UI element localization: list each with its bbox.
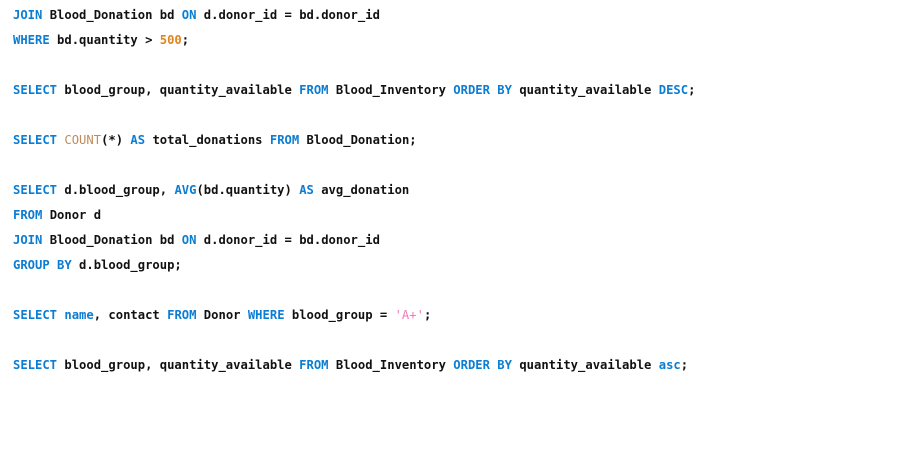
- code-token-kw: WHERE: [247, 308, 285, 322]
- sql-editor[interactable]: JOIN Blood_Donation bd ON d.donor_id = b…: [0, 0, 913, 453]
- code-token-txt: ;: [181, 33, 190, 47]
- code-token-txt: , contact: [93, 308, 168, 322]
- code-token-num: 500: [159, 33, 182, 47]
- code-token-kw: FROM: [299, 358, 329, 372]
- code-token-txt: d.blood_group;: [71, 258, 182, 272]
- code-token-txt: Blood_Donation bd: [42, 233, 182, 247]
- code-line: GROUP BY d.blood_group;: [13, 253, 913, 278]
- code-token-kw: SELECT: [13, 358, 58, 372]
- code-token-kw: AVG: [174, 183, 197, 197]
- code-token-kw: SELECT: [13, 308, 58, 322]
- code-token-kw: ON: [181, 8, 197, 22]
- code-token-txt: Donor: [196, 308, 248, 322]
- code-line: JOIN Blood_Donation bd ON d.donor_id = b…: [13, 228, 913, 253]
- code-token-txt: Blood_Inventory: [328, 358, 454, 372]
- code-token-txt: avg_donation: [313, 183, 410, 197]
- code-token-kw: JOIN: [13, 8, 43, 22]
- code-token-txt: total_donations: [145, 133, 270, 147]
- code-token-kw: SELECT: [13, 183, 58, 197]
- code-token-txt: Blood_Inventory: [328, 83, 454, 97]
- code-token-txt: ;: [423, 308, 432, 322]
- code-token-kw: ORDER BY: [453, 358, 512, 372]
- code-token-kw: asc: [658, 358, 681, 372]
- code-line: SELECT d.blood_group, AVG(bd.quantity) A…: [13, 178, 913, 203]
- code-token-txt: ;: [680, 358, 689, 372]
- code-token-kw: AS: [299, 183, 314, 197]
- code-token-kw: SELECT: [13, 83, 58, 97]
- code-line: SELECT blood_group, quantity_available F…: [13, 353, 913, 378]
- code-token-kw: FROM: [269, 133, 300, 147]
- code-line: JOIN Blood_Donation bd ON d.donor_id = b…: [13, 3, 913, 28]
- code-token-kwn: name: [64, 308, 94, 322]
- code-token-kw: FROM: [299, 83, 329, 97]
- code-line: FROM Donor d: [13, 203, 913, 228]
- code-token-kw: AS: [130, 133, 146, 147]
- code-token-fn: COUNT: [64, 133, 102, 147]
- code-line: SELECT blood_group, quantity_available F…: [13, 78, 913, 103]
- code-token-kw: ORDER BY: [453, 83, 512, 97]
- code-token-txt: Blood_Donation;: [299, 133, 417, 147]
- code-token-txt: ;: [688, 83, 696, 97]
- code-token-txt: blood_group, quantity_available: [57, 83, 300, 97]
- code-token-kw: SELECT: [13, 133, 58, 147]
- code-line: SELECT name, contact FROM Donor WHERE bl…: [13, 303, 913, 328]
- code-token-kw: FROM: [13, 208, 43, 222]
- code-token-kw: ON: [181, 233, 197, 247]
- code-token-txt: blood_group, quantity_available: [57, 358, 300, 372]
- code-token-kw: WHERE: [13, 33, 50, 47]
- code-line: WHERE bd.quantity > 500;: [13, 28, 913, 53]
- code-token-kw: FROM: [167, 308, 197, 322]
- code-token-txt: d.blood_group,: [57, 183, 175, 197]
- code-token-txt: d.donor_id = bd.donor_id: [196, 233, 380, 247]
- code-token-kw: DESC: [658, 83, 689, 97]
- code-token-txt: quantity_available: [511, 358, 659, 372]
- code-token-str: 'A+': [394, 308, 424, 322]
- code-token-kw: JOIN: [13, 233, 43, 247]
- code-token-kw: GROUP BY: [13, 258, 72, 272]
- code-token-txt: Donor d: [42, 208, 102, 222]
- code-token-txt: bd.quantity >: [49, 33, 160, 47]
- code-token-txt: blood_group =: [284, 308, 395, 322]
- code-line: SELECT COUNT(*) AS total_donations FROM …: [13, 128, 913, 153]
- code-token-txt: (bd.quantity): [196, 183, 300, 197]
- code-token-txt: Blood_Donation bd: [42, 8, 182, 22]
- code-token-txt: d.donor_id = bd.donor_id: [196, 8, 380, 22]
- code-token-txt: (*): [101, 133, 131, 147]
- code-token-txt: quantity_available: [511, 83, 659, 97]
